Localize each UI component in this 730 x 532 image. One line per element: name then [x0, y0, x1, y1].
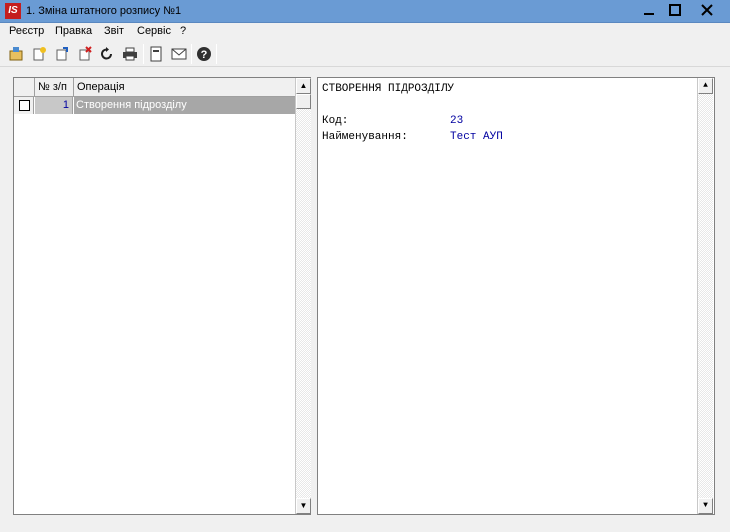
menu-edit[interactable]: Правка [55, 25, 92, 37]
detail-code-value: 23 [450, 115, 464, 127]
minimize-icon [644, 13, 654, 15]
toolbar: ? [0, 41, 730, 67]
new-icon [33, 47, 46, 61]
menu-bar: Реєстр Правка Звіт Сервіс ? [0, 23, 730, 41]
toolbar-separator [143, 44, 144, 64]
new-button[interactable] [29, 44, 49, 64]
open-icon [9, 47, 23, 61]
detail-name-value: Тест АУП [450, 131, 503, 143]
maximize-button[interactable] [662, 2, 688, 21]
mail-icon [171, 48, 187, 60]
close-icon [701, 4, 713, 16]
print-button[interactable] [120, 44, 140, 64]
delete-icon [79, 46, 92, 61]
print-icon [123, 47, 137, 61]
row-selector [14, 97, 34, 114]
help-icon: ? [197, 47, 211, 61]
menu-help[interactable]: ? [180, 25, 186, 37]
grid-header: № з/п Операція [14, 78, 295, 97]
detail-heading: СТВОРЕННЯ ПІДРОЗДІЛУ [322, 83, 455, 95]
refresh-icon [101, 47, 112, 60]
operations-grid: № з/п Операція 1 Створення підрозділу ▲ … [13, 77, 311, 515]
status-bar [0, 519, 730, 532]
maximize-icon [669, 4, 681, 16]
toolbar-separator [191, 44, 192, 64]
row-operation: Створення підрозділу [74, 97, 295, 114]
right-scrollbar[interactable]: ▲ ▼ [697, 78, 713, 514]
scroll-up-icon[interactable]: ▲ [296, 78, 311, 94]
header-selector [14, 78, 35, 96]
row-checkbox[interactable] [19, 100, 30, 111]
toolbar-separator [216, 44, 217, 64]
page-icon [150, 46, 162, 62]
scroll-thumb[interactable] [296, 94, 311, 109]
header-number[interactable]: № з/п [35, 78, 74, 96]
close-button[interactable] [694, 2, 720, 21]
detail-code-label: Код: [322, 115, 349, 127]
copy-icon [56, 47, 68, 61]
scroll-up-icon[interactable]: ▲ [698, 78, 713, 94]
scroll-down-icon[interactable]: ▼ [296, 498, 311, 514]
scroll-down-icon[interactable]: ▼ [698, 498, 713, 514]
header-operation[interactable]: Операція [74, 78, 295, 96]
detail-name-label: Найменування: [322, 131, 408, 143]
row-number: 1 [35, 97, 73, 114]
title-bar: IS 1. Зміна штатного розпису №1 [0, 0, 730, 23]
table-row[interactable]: 1 Створення підрозділу [14, 97, 295, 114]
mail-button[interactable] [169, 44, 189, 64]
menu-service[interactable]: Сервіс [137, 25, 171, 37]
window-title: 1. Зміна штатного розпису №1 [26, 5, 182, 17]
left-scrollbar[interactable]: ▲ ▼ [295, 78, 311, 514]
app-logo-icon: IS [5, 3, 21, 19]
page-button[interactable] [146, 44, 166, 64]
menu-report[interactable]: Звіт [104, 25, 124, 37]
minimize-button[interactable] [636, 2, 662, 21]
detail-panel: СТВОРЕННЯ ПІДРОЗДІЛУ Код: 23 Найменуванн… [317, 77, 715, 515]
delete-button[interactable] [75, 44, 95, 64]
svg-text:?: ? [201, 49, 208, 61]
copy-button[interactable] [52, 44, 72, 64]
menu-register[interactable]: Реєстр [9, 25, 44, 37]
refresh-button[interactable] [97, 44, 117, 64]
open-button[interactable] [6, 44, 26, 64]
help-button[interactable]: ? [194, 44, 214, 64]
